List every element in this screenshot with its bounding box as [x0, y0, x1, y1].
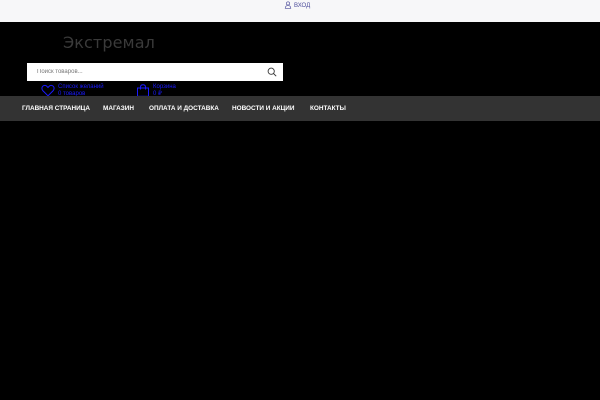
nav-item-shop[interactable]: Магазин [103, 105, 134, 113]
site-header: Экстремал Список желаний 0 товаров [0, 22, 600, 97]
main-content [0, 121, 600, 400]
search-icon[interactable] [267, 67, 277, 77]
search-input[interactable] [27, 63, 255, 81]
user-icon [284, 1, 292, 11]
nav-item-payment-delivery[interactable]: Оплата и доставка [149, 105, 219, 113]
site-logo[interactable]: Экстремал [63, 34, 155, 52]
login-label: Вход [294, 3, 311, 9]
nav-item-home[interactable]: Главная страница [22, 105, 90, 113]
top-bar: Вход [0, 0, 600, 22]
main-navigation: Главная страница Магазин Оплата и достав… [0, 96, 600, 121]
search-form [27, 63, 283, 81]
login-link[interactable]: Вход [284, 1, 310, 11]
nav-item-news-promos[interactable]: Новости и акции [232, 105, 294, 113]
nav-item-contacts[interactable]: Контакты [310, 105, 346, 113]
